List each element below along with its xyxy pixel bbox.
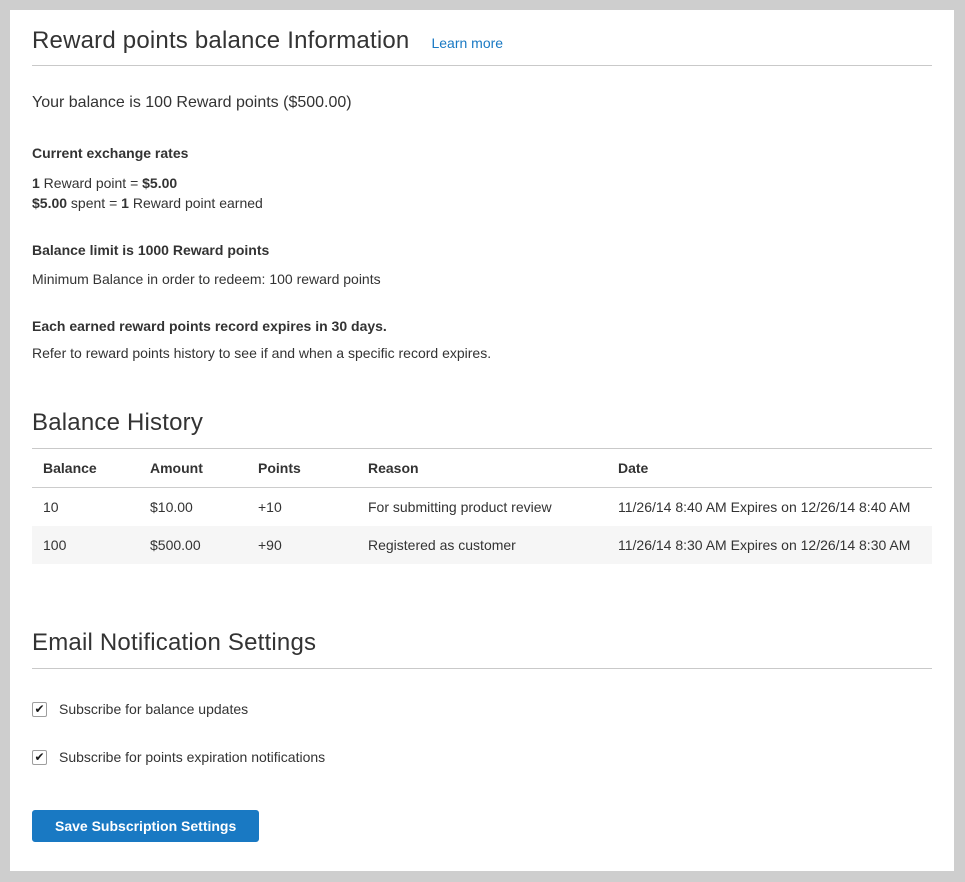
balance-history-heading: Balance History bbox=[32, 409, 932, 449]
exchange-rates-heading: Current exchange rates bbox=[32, 144, 932, 163]
minimum-balance-text: Minimum Balance in order to redeem: 100 … bbox=[32, 270, 932, 289]
cell-reason: Registered as customer bbox=[357, 526, 607, 564]
balance-summary: Your balance is 100 Reward points ($500.… bbox=[32, 92, 932, 114]
exchange-rate-text: Reward point = bbox=[40, 175, 142, 191]
table-row: 10 $10.00 +10 For submitting product rev… bbox=[32, 488, 932, 527]
points-expiration-label[interactable]: Subscribe for points expiration notifica… bbox=[59, 749, 325, 765]
column-header-balance: Balance bbox=[32, 449, 139, 488]
exchange-rate-line-2: $5.00 spent = 1 Reward point earned bbox=[32, 193, 932, 213]
exchange-rate-value: $5.00 bbox=[32, 195, 67, 211]
table-row: 100 $500.00 +90 Registered as customer 1… bbox=[32, 526, 932, 564]
balance-updates-label[interactable]: Subscribe for balance updates bbox=[59, 701, 248, 717]
expiration-heading: Each earned reward points record expires… bbox=[32, 317, 932, 336]
cell-points: +90 bbox=[247, 526, 357, 564]
balance-limit-heading: Balance limit is 1000 Reward points bbox=[32, 241, 932, 260]
cell-points: +10 bbox=[247, 488, 357, 527]
exchange-rate-text: Reward point earned bbox=[129, 195, 263, 211]
points-expiration-option: ✔ Subscribe for points expiration notifi… bbox=[32, 749, 932, 765]
column-header-date: Date bbox=[607, 449, 932, 488]
save-subscription-settings-button[interactable]: Save Subscription Settings bbox=[32, 810, 259, 842]
exchange-rate-value: $5.00 bbox=[142, 175, 177, 191]
cell-reason: For submitting product review bbox=[357, 488, 607, 527]
exchange-rate-line-1: 1 Reward point = $5.00 bbox=[32, 173, 932, 193]
email-settings-heading: Email Notification Settings bbox=[32, 629, 932, 669]
page-title-row: Reward points balance Information Learn … bbox=[32, 10, 932, 66]
balance-updates-checkbox[interactable]: ✔ bbox=[32, 702, 47, 717]
reward-points-card: Reward points balance Information Learn … bbox=[10, 10, 954, 871]
balance-history-table: Balance Amount Points Reason Date 10 $10… bbox=[32, 449, 932, 564]
cell-amount: $500.00 bbox=[139, 526, 247, 564]
expiration-note: Refer to reward points history to see if… bbox=[32, 344, 932, 363]
exchange-rate-text: spent = bbox=[67, 195, 121, 211]
cell-date: 11/26/14 8:40 AM Expires on 12/26/14 8:4… bbox=[607, 488, 932, 527]
points-expiration-checkbox[interactable]: ✔ bbox=[32, 750, 47, 765]
column-header-points: Points bbox=[247, 449, 357, 488]
cell-date: 11/26/14 8:30 AM Expires on 12/26/14 8:3… bbox=[607, 526, 932, 564]
exchange-rates-lines: 1 Reward point = $5.00 $5.00 spent = 1 R… bbox=[32, 173, 932, 213]
column-header-amount: Amount bbox=[139, 449, 247, 488]
balance-updates-option: ✔ Subscribe for balance updates bbox=[32, 701, 932, 717]
table-header-row: Balance Amount Points Reason Date bbox=[32, 449, 932, 488]
page-title: Reward points balance Information bbox=[32, 27, 409, 55]
cell-amount: $10.00 bbox=[139, 488, 247, 527]
learn-more-link[interactable]: Learn more bbox=[431, 35, 503, 51]
cell-balance: 10 bbox=[32, 488, 139, 527]
exchange-rate-value: 1 bbox=[32, 175, 40, 191]
column-header-reason: Reason bbox=[357, 449, 607, 488]
cell-balance: 100 bbox=[32, 526, 139, 564]
exchange-rate-value: 1 bbox=[121, 195, 129, 211]
